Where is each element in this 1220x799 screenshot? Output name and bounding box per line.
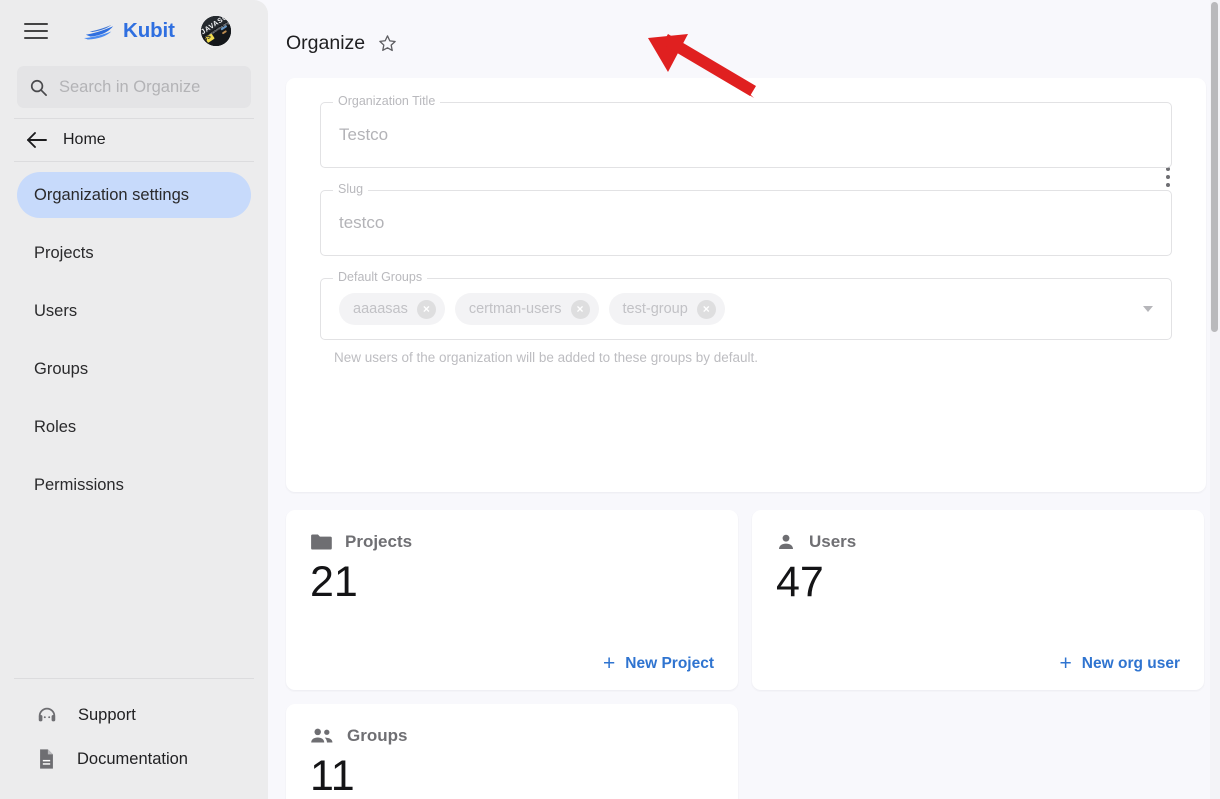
people-icon [311,728,333,743]
kubit-boat-logo-icon [84,24,114,40]
folder-icon [311,534,332,550]
sidebar-back-label: Home [63,131,106,148]
chevron-down-icon[interactable] [1143,306,1153,312]
avatar-artwork: JAVASCRIPT programming language JS [200,16,231,46]
group-chip-label: certman-users [468,301,562,317]
sidebar: Kubit JAVASCRIPT programming language JS [0,0,268,799]
sidebar-divider-bottom [14,678,254,679]
favorite-star-icon[interactable] [377,33,398,54]
sidebar-footer-label: Support [78,705,136,724]
organization-settings-card: Organization Title Testco Slug testco De… [286,78,1206,492]
sidebar-item-label: Projects [34,243,94,262]
default-groups-legend: Default Groups [333,270,428,284]
user-avatar[interactable]: JAVASCRIPT programming language JS [200,16,231,46]
stat-card-groups: Groups 11 [286,704,738,799]
organization-title-field[interactable]: Organization Title Testco [320,94,1172,168]
sidebar-item-permissions[interactable]: Permissions [17,462,251,508]
new-org-user-label: New org user [1081,654,1180,672]
app-root: Kubit JAVASCRIPT programming language JS [0,0,1220,799]
slug-legend: Slug [333,182,369,196]
organization-title-value: Testco [339,125,389,144]
remove-chip-icon[interactable]: × [696,299,716,319]
group-chip[interactable]: certman-users × [454,293,599,325]
sidebar-item-label: Roles [34,417,77,436]
sidebar-item-documentation[interactable]: Documentation [0,737,268,781]
sidebar-nav: Organization settings Projects Users Gro… [0,162,268,520]
new-project-button[interactable]: + New Project [603,653,714,674]
search-container: Search in Organize [0,62,268,118]
arrow-left-icon [27,132,47,148]
organization-form: Organization Title Testco Slug testco De… [286,78,1206,365]
sidebar-footer-label: Documentation [77,749,188,768]
search-placeholder: Search in Organize [59,77,201,96]
stat-label: Projects [345,532,413,551]
brand-logo[interactable]: Kubit [84,19,175,43]
stat-card-users: Users 47 + New org user [752,510,1204,690]
sidebar-item-users[interactable]: Users [17,288,251,334]
group-chip[interactable]: aaaasas × [339,293,445,325]
sidebar-item-organization-settings[interactable]: Organization settings [17,172,251,218]
default-groups-chips: aaaasas × certman-users × test-group × [339,293,1143,325]
stat-label: Groups [347,726,408,745]
group-chip-label: aaaasas [353,301,408,317]
new-org-user-button[interactable]: + New org user [1060,653,1180,674]
stat-card-projects: Projects 21 + New Project [286,510,738,690]
sidebar-item-support[interactable]: Support [0,693,268,737]
main-content: Organize Organization Title Testco Slug … [268,0,1220,799]
stat-label: Users [809,532,857,551]
sidebar-item-label: Permissions [34,475,124,494]
new-project-label: New Project [625,654,714,672]
stat-header: Groups [310,726,714,746]
search-input[interactable]: Search in Organize [17,66,251,108]
sidebar-item-label: Groups [34,359,89,378]
stat-value: 21 [310,558,358,606]
sidebar-back-home[interactable]: Home [0,119,268,161]
stat-value: 47 [776,558,824,606]
stat-header: Users [776,532,1180,552]
remove-chip-icon[interactable]: × [416,299,436,319]
headset-icon [38,707,56,722]
vertical-scrollbar[interactable] [1210,0,1220,799]
page-header: Organize [268,0,1220,62]
group-chip[interactable]: test-group × [608,293,725,325]
sidebar-item-label: Organization settings [34,185,190,204]
default-groups-field[interactable]: Default Groups aaaasas × certman-users × [320,270,1172,340]
page-title: Organize [286,31,366,54]
sidebar-item-groups[interactable]: Groups [17,346,251,392]
brand-name: Kubit [123,19,175,42]
sidebar-item-projects[interactable]: Projects [17,230,251,276]
slug-value: testco [339,213,385,232]
group-chip-label: test-group [622,301,688,317]
plus-icon: + [1059,652,1072,675]
hamburger-icon[interactable] [24,18,50,44]
slug-field[interactable]: Slug testco [320,182,1172,256]
organization-title-legend: Organization Title [333,94,441,108]
sidebar-item-roles[interactable]: Roles [17,404,251,450]
scrollbar-thumb[interactable] [1211,2,1218,332]
search-icon [30,79,47,96]
person-icon [779,534,793,549]
stat-value: 11 [310,752,355,799]
default-groups-helper-text: New users of the organization will be ad… [334,350,759,365]
sidebar-item-label: Users [34,301,78,320]
stat-header: Projects [310,532,714,552]
sidebar-footer: Support Documentation [0,693,268,799]
document-icon [40,749,53,769]
remove-chip-icon[interactable]: × [570,299,590,319]
sidebar-header: Kubit JAVASCRIPT programming language JS [0,0,268,62]
plus-icon: + [603,652,616,675]
